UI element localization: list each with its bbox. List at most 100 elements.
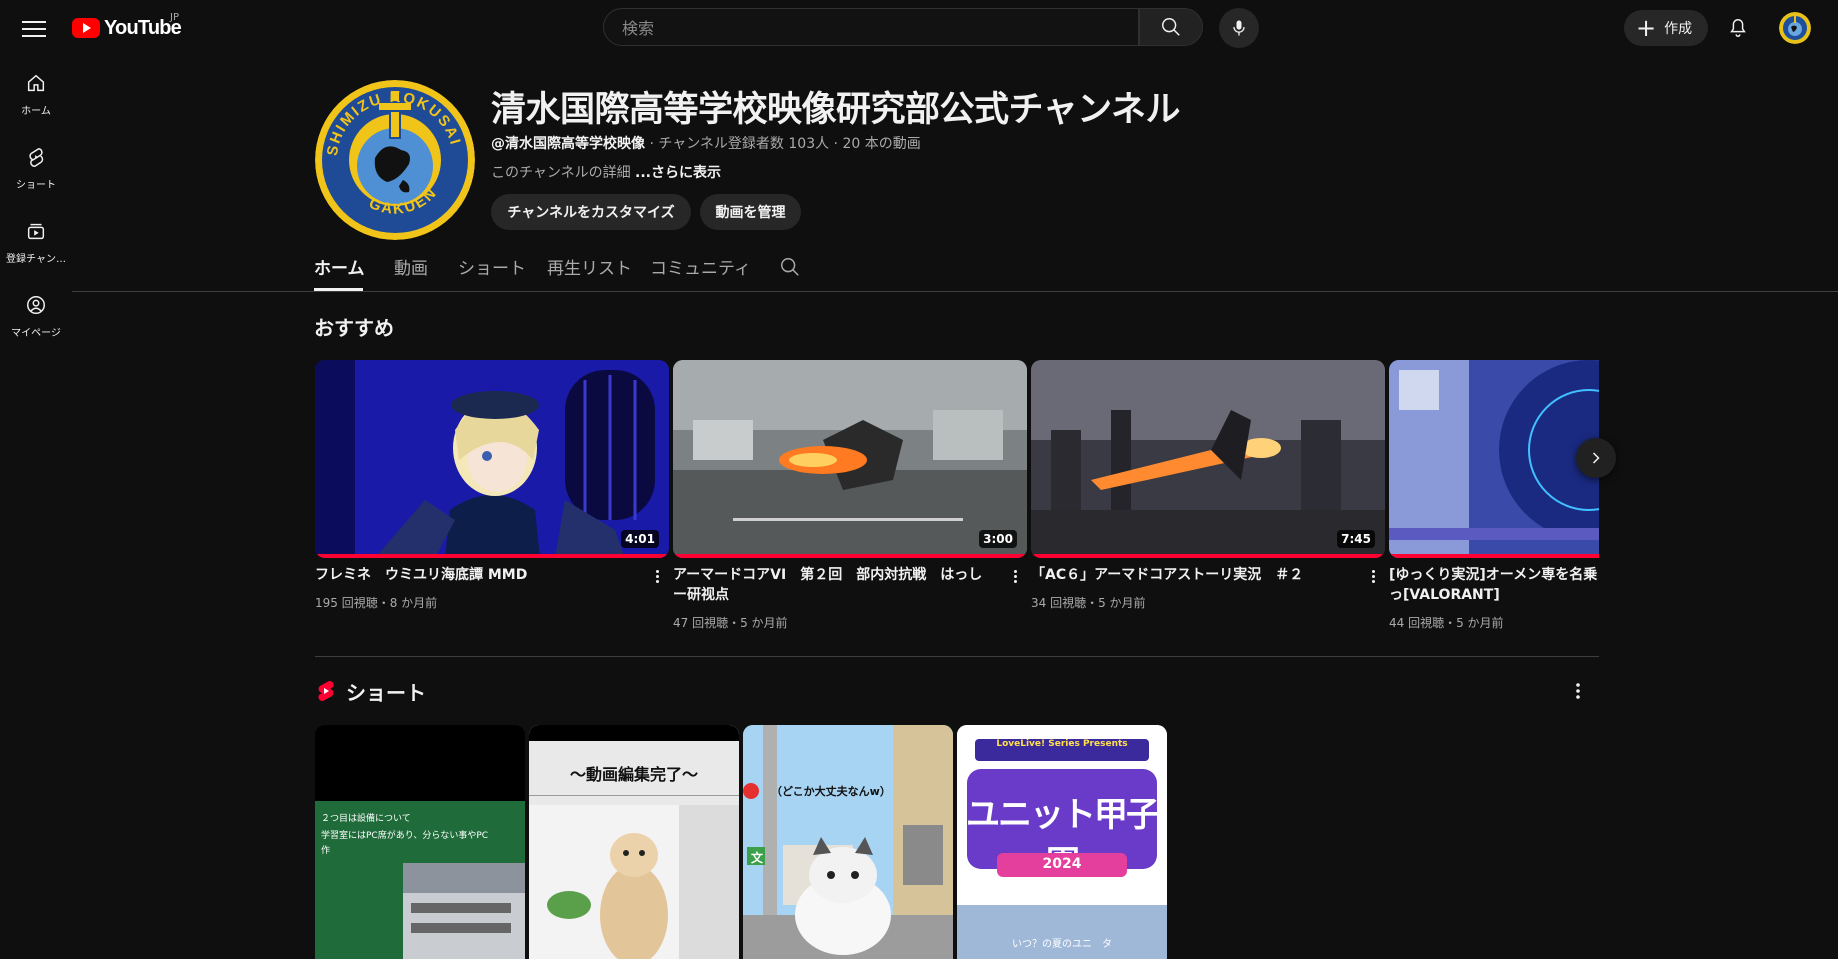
- watch-progress-bar: [1031, 554, 1385, 558]
- sidebar-item-subscriptions[interactable]: 登録チャン…: [0, 204, 72, 278]
- notifications-button[interactable]: [1718, 10, 1758, 46]
- video-duration: 7:45: [1337, 530, 1375, 548]
- recommended-row: 4:01 フレミネ ウミユリ海底譚 MMD 195 回視聴・8 か月前 3:00…: [315, 360, 1599, 650]
- short-caption: いつ？の夏のユニ タ: [1012, 939, 1112, 950]
- channel-search-icon[interactable]: [779, 256, 801, 278]
- video-thumbnail-image: [1389, 360, 1599, 558]
- shorts-more-icon[interactable]: [1572, 680, 1584, 702]
- tab-shorts[interactable]: ショート: [458, 254, 526, 279]
- short-caption: 作: [321, 846, 331, 856]
- home-icon: [27, 74, 45, 92]
- event-banner: LoveLive! Series Presents ユニット甲子園 2024: [957, 725, 1167, 905]
- channel-avatar[interactable]: SHIMIZU KOKUSAI GAKUEN: [315, 80, 475, 240]
- watch-progress-bar: [315, 554, 669, 558]
- channel-meta: @清水国際高等学校映像 · チャンネル登録者数 103人 · 20 本の動画: [491, 133, 921, 153]
- channel-handle: @清水国際高等学校映像: [491, 136, 645, 152]
- video-thumbnail[interactable]: 4:01: [315, 360, 669, 558]
- create-label: 作成: [1664, 21, 1693, 37]
- search-input[interactable]: [620, 18, 1104, 39]
- video-duration: 3:00: [979, 530, 1017, 548]
- building-photo: いつ？の夏のユニ タ: [957, 905, 1167, 959]
- channel-stats: · チャンネル登録者数 103人 · 20 本の動画: [645, 136, 921, 152]
- short-caption: ２つ目は設備について: [321, 814, 411, 824]
- sidebar-item-label: マイページ: [11, 328, 61, 339]
- short-caption: （どこか大丈夫なんw）: [771, 785, 891, 798]
- cat-street-image: [743, 725, 953, 959]
- school-emblem-icon: [1779, 12, 1811, 44]
- channel-title: 清水国際高等学校映像研究部公式チャンネル: [491, 90, 1180, 130]
- search-button[interactable]: [1139, 8, 1203, 46]
- voice-search-button[interactable]: [1219, 8, 1259, 48]
- classroom-photo: [403, 863, 525, 959]
- plus-icon: +: [1636, 14, 1657, 42]
- chevron-right-icon: [1592, 452, 1600, 464]
- channel-description[interactable]: このチャンネルの詳細 ...さらに表示: [491, 162, 721, 182]
- shorts-logo-icon: [318, 680, 334, 702]
- section-divider: [315, 656, 1599, 657]
- bell-icon: [1730, 19, 1746, 37]
- section-title-recommended: おすすめ: [314, 316, 394, 340]
- video-thumbnail-image: [1031, 360, 1385, 558]
- cat-image: [529, 805, 739, 959]
- video-thumbnail-image: [673, 360, 1027, 558]
- tabs-divider: [72, 291, 1838, 292]
- sidebar-item-label: 登録チャン…: [6, 254, 66, 265]
- video-title[interactable]: 「AC６」アーマドコアストーリ実況 ＃２: [1031, 565, 1351, 585]
- video-thumbnail[interactable]: [1389, 360, 1599, 558]
- event-year: 2024: [1042, 856, 1082, 872]
- sidebar-item-label: ホーム: [21, 106, 51, 117]
- short-thumbnail-image: ２つ目は設備について 学習室にはPC席があり、分らない事やPC 作: [315, 801, 525, 959]
- short-card[interactable]: 〜動画編集完了〜: [529, 725, 739, 959]
- short-card[interactable]: LoveLive! Series Presents ユニット甲子園 2024 い…: [957, 725, 1167, 959]
- microphone-icon: [1233, 20, 1245, 36]
- school-emblem-icon: SHIMIZU KOKUSAI GAKUEN: [315, 80, 475, 240]
- video-meta: 34 回視聴・5 か月前: [1031, 596, 1146, 610]
- video-title[interactable]: [ゆっくり実況]オーメン専を名乗っ[VALORANT]: [1389, 565, 1599, 605]
- description-text: このチャンネルの詳細: [491, 165, 636, 181]
- video-meta: 47 回視聴・5 か月前: [673, 616, 788, 630]
- video-thumbnail[interactable]: 3:00: [673, 360, 1027, 558]
- short-card[interactable]: （どこか大丈夫なんw） 文: [743, 725, 953, 959]
- video-thumbnail[interactable]: 7:45: [1031, 360, 1385, 558]
- short-caption: 〜動画編集完了〜: [569, 765, 698, 784]
- account-avatar[interactable]: [1779, 12, 1811, 44]
- search-icon: [1162, 18, 1180, 36]
- you-icon: [27, 296, 45, 314]
- watch-progress-bar: [673, 554, 1027, 558]
- top-bar: YouTube JP + 作成: [0, 0, 1838, 56]
- video-more-icon[interactable]: [651, 568, 663, 588]
- video-meta: 195 回視聴・8 か月前: [315, 596, 438, 610]
- sign-text: 文: [751, 851, 764, 865]
- youtube-logo[interactable]: YouTube JP: [72, 12, 182, 40]
- carousel-next-button[interactable]: [1576, 438, 1616, 478]
- video-thumbnail-image: [315, 360, 669, 558]
- subscriptions-icon: [27, 223, 45, 240]
- tab-playlists[interactable]: 再生リスト: [547, 254, 632, 279]
- more-link[interactable]: ...さらに表示: [635, 165, 721, 181]
- section-title-shorts: ショート: [346, 681, 426, 705]
- tab-community[interactable]: コミュニティ: [650, 254, 751, 279]
- tab-home[interactable]: ホーム: [314, 254, 365, 279]
- country-code: JP: [170, 12, 179, 23]
- customize-channel-button[interactable]: チャンネルをカスタマイズ: [491, 194, 691, 230]
- menu-icon[interactable]: [20, 16, 48, 40]
- sidebar-item-home[interactable]: ホーム: [0, 56, 72, 130]
- video-duration: 4:01: [621, 530, 659, 548]
- youtube-play-icon: [72, 18, 100, 38]
- short-caption: 学習室にはPC席があり、分らない事やPC: [321, 831, 489, 841]
- video-more-icon[interactable]: [1367, 568, 1379, 588]
- short-card[interactable]: ２つ目は設備について 学習室にはPC席があり、分らない事やPC 作: [315, 725, 525, 959]
- create-button[interactable]: + 作成: [1624, 10, 1708, 46]
- shorts-icon: [29, 147, 44, 167]
- video-title[interactable]: フレミネ ウミユリ海底譚 MMD: [315, 565, 635, 585]
- tab-videos[interactable]: 動画: [394, 254, 428, 279]
- sidebar-item-shorts[interactable]: ショート: [0, 130, 72, 204]
- event-brand: LoveLive! Series Presents: [996, 739, 1128, 749]
- video-more-icon[interactable]: [1009, 568, 1021, 588]
- manage-videos-button[interactable]: 動画を管理: [700, 194, 801, 230]
- sidebar-item-you[interactable]: マイページ: [0, 278, 72, 352]
- video-meta: 44 回視聴・5 か月前: [1389, 616, 1504, 630]
- sidebar-item-label: ショート: [16, 180, 56, 191]
- video-title[interactable]: アーマードコアVI 第２回 部内対抗戦 はっしー研视点: [673, 565, 993, 605]
- watch-progress-bar: [1389, 554, 1599, 558]
